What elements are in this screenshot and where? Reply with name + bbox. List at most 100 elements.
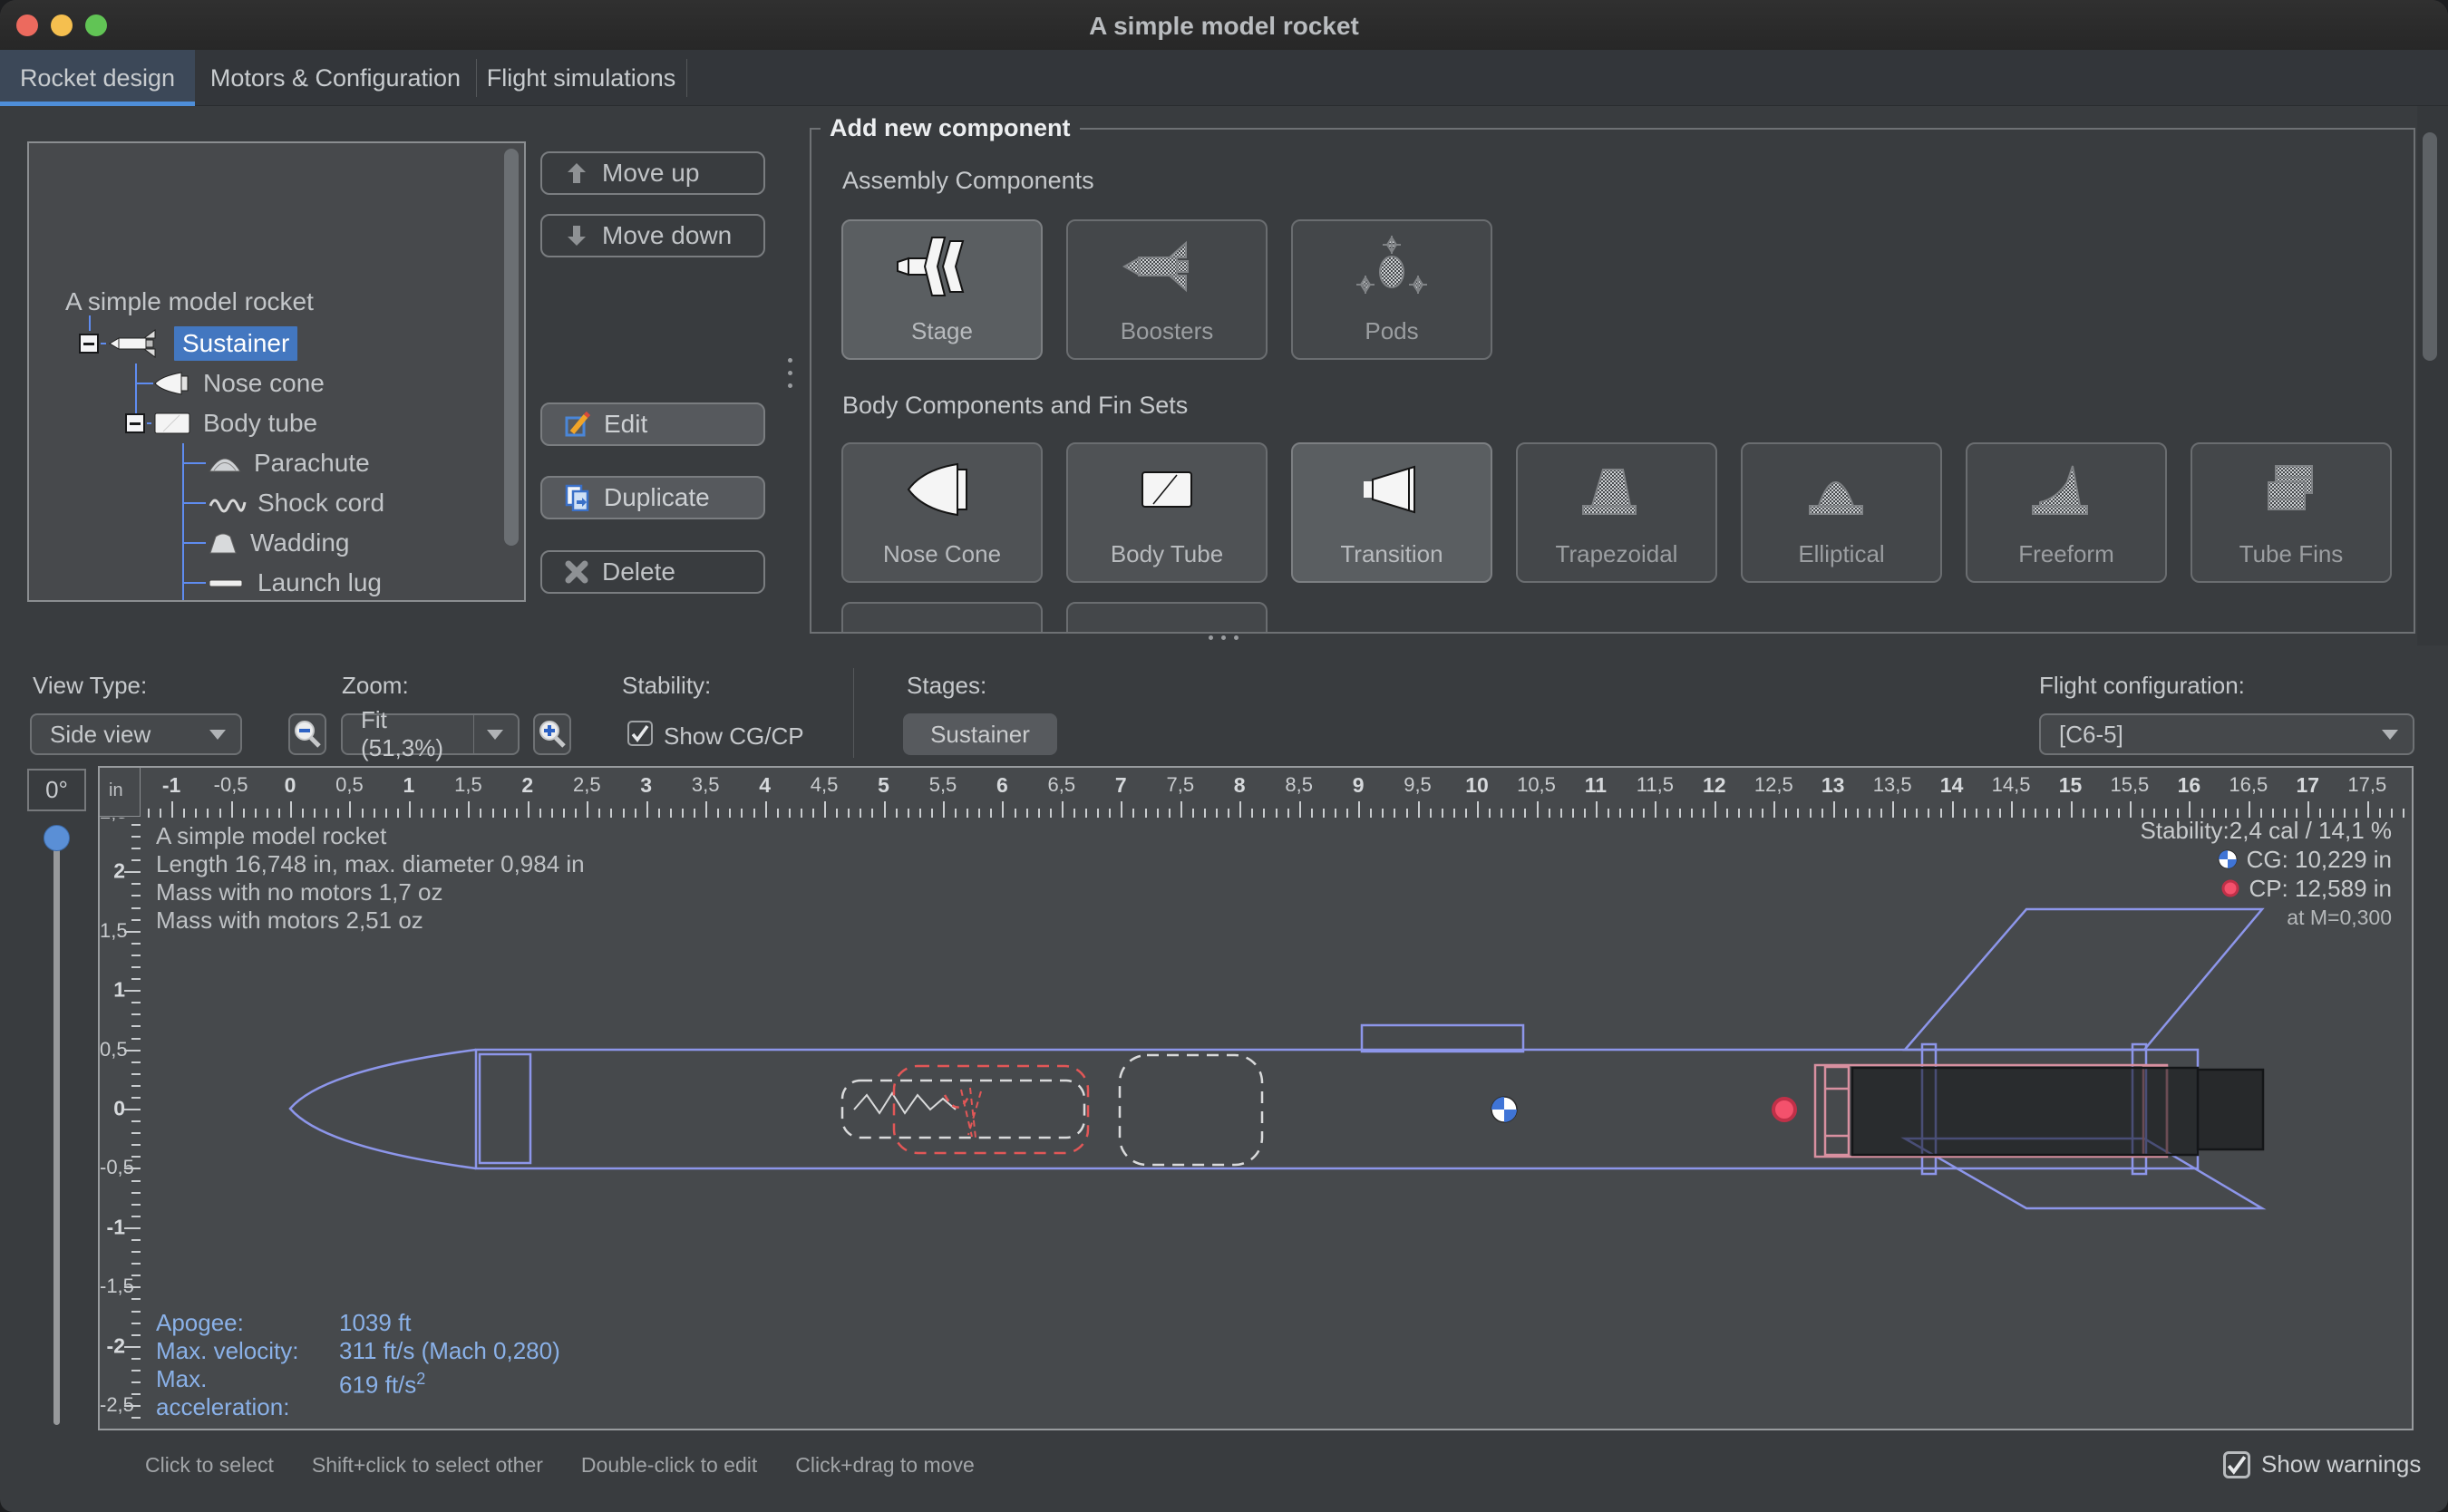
transition-icon [1342, 457, 1442, 527]
view-type-label: View Type: [33, 672, 147, 700]
component-card-label: Tube Fins [2192, 540, 2390, 568]
horizontal-ruler: -1-0,500,511,522,533,544,555,566,577,588… [100, 768, 2414, 818]
component-card-transition[interactable]: Transition [1291, 442, 1492, 583]
duplicate-button[interactable]: Duplicate [540, 476, 765, 519]
component-card-trapezoidal[interactable]: Trapezoidal [1516, 442, 1717, 583]
section-label: Assembly Components [842, 167, 1094, 195]
move-up-button[interactable]: Move up [540, 151, 765, 195]
tab-motors-configuration[interactable]: Motors & Configuration [195, 50, 476, 106]
cg-legend-icon [2218, 849, 2238, 869]
tubefins-icon [2241, 457, 2341, 527]
component-card-label: Freeform [1967, 540, 2165, 568]
shockcord-icon [207, 491, 247, 515]
check-icon [630, 723, 650, 743]
show-warnings-checkbox[interactable] [2223, 1451, 2250, 1478]
window-scrollbar-thumb[interactable] [2423, 132, 2437, 361]
tree-item-label: Wadding [250, 528, 349, 557]
component-tree-panel[interactable]: A simple model rocketSustainerNose coneB… [27, 141, 526, 602]
launchlug-icon [207, 573, 247, 593]
component-card-stage[interactable]: Stage [841, 219, 1043, 360]
component-card-freeform[interactable]: Freeform [1966, 442, 2167, 583]
duplicate-icon [564, 484, 591, 511]
component-card-elliptical[interactable]: Elliptical [1741, 442, 1942, 583]
stage-icon [892, 234, 992, 304]
zoom-level-dropdown[interactable]: Fit (51,3%) [341, 713, 520, 755]
component-card-nose-cone[interactable]: Nose Cone [841, 442, 1043, 583]
tree-item-shock-cord[interactable]: Shock cord [207, 483, 384, 523]
tree-connector [182, 443, 184, 602]
arrow-down-icon [564, 223, 589, 248]
tree-item-parachute[interactable]: Parachute [207, 443, 370, 483]
tab-flight-simulations[interactable]: Flight simulations [476, 50, 686, 106]
tree-item-wadding[interactable]: Wadding [207, 523, 349, 563]
rotation-slider-thumb[interactable] [44, 825, 70, 851]
title-bar: A simple model rocket [0, 0, 2448, 50]
wadding-outline [1120, 1055, 1262, 1165]
edit-button[interactable]: Edit [540, 402, 765, 446]
tree-item-label: Launch lug [257, 568, 382, 597]
trapezoidal-icon [1567, 457, 1666, 527]
nosecone-icon [892, 457, 992, 527]
component-card-pods[interactable]: Pods [1291, 219, 1492, 360]
component-card-label: Boosters [1068, 317, 1266, 345]
tree-item-nose-cone[interactable]: Nose cone [152, 363, 325, 403]
hint-text: Double-click to edit [581, 1453, 757, 1478]
component-card-tube-fins[interactable]: Tube Fins [2191, 442, 2392, 583]
tab-separator [686, 59, 687, 97]
stability-info-block: Stability:2,4 cal / 14,1 % CG: 10,229 in… [2141, 816, 2392, 932]
horizontal-splitter-handle[interactable] [1209, 635, 1239, 640]
arrow-up-icon [564, 160, 589, 186]
mach-value: at M=0,300 [2141, 903, 2392, 932]
flight-data-row: Max. velocity:311 ft/s (Mach 0,280) [156, 1337, 560, 1365]
zoom-label: Zoom: [342, 672, 409, 700]
wadding-icon [207, 530, 239, 556]
tab-separator [476, 59, 477, 97]
zoom-in-button[interactable] [533, 713, 571, 755]
tree-scrollbar-thumb[interactable] [504, 149, 519, 546]
component-card-label: Pods [1293, 317, 1491, 345]
rocket-view-canvas[interactable]: 2,521,510,50-0,5-1-1,5-2-2,5 -1-0,500,51… [98, 766, 2414, 1430]
stages-label: Stages: [907, 672, 986, 700]
show-cgcp-checkbox[interactable] [627, 721, 653, 746]
add-component-title: Add new component [821, 114, 1080, 142]
move-down-button[interactable]: Move down [540, 214, 765, 257]
tree-item-sustainer[interactable]: Sustainer [107, 324, 297, 363]
component-card-partial[interactable] [1066, 602, 1268, 634]
cp-value: CP: 12,589 in [2249, 874, 2392, 903]
tab-rocket-design[interactable]: Rocket design [0, 50, 195, 106]
tree-connector [147, 422, 151, 424]
component-card-label: Elliptical [1743, 540, 1940, 568]
component-card-label: Transition [1293, 540, 1491, 568]
tree-item-root[interactable]: A simple model rocket [65, 282, 314, 322]
tree-expand-toggle[interactable] [79, 334, 99, 354]
move-up-label: Move up [602, 159, 699, 188]
tree-connector [182, 462, 206, 464]
delete-button[interactable]: Delete [540, 550, 765, 594]
nose-shoulder-outline [480, 1054, 530, 1163]
zoom-out-button[interactable] [288, 713, 326, 755]
nose-cone-outline [290, 1050, 476, 1168]
edit-pencil-icon [564, 411, 591, 438]
tree-item-body-tube[interactable]: Body tube [152, 403, 317, 443]
component-card-partial[interactable] [841, 602, 1043, 634]
component-card-boosters[interactable]: Boosters [1066, 219, 1268, 360]
rotation-slider-track[interactable] [53, 829, 60, 1425]
rocket-info-line: Length 16,748 in, max. diameter 0,984 in [156, 850, 585, 878]
hint-text: Click+drag to move [795, 1453, 975, 1478]
nosecone-icon [152, 370, 192, 397]
tree-item-launch-lug[interactable]: Launch lug [207, 563, 382, 602]
flight-config-value: [C6-5] [2041, 721, 2382, 749]
flight-config-dropdown[interactable]: [C6-5] [2039, 713, 2414, 755]
delete-x-icon [564, 559, 589, 585]
stage-toggle-sustainer[interactable]: Sustainer [903, 713, 1057, 755]
app-window: A simple model rocket Rocket designMotor… [0, 0, 2448, 1512]
motor-nozzle-end [2198, 1070, 2263, 1149]
magnifier-plus-icon [537, 719, 568, 750]
tree-expand-toggle[interactable] [125, 413, 145, 433]
vertical-ruler: 2,521,510,50-0,5-1-1,5-2-2,5 [100, 818, 141, 1429]
view-type-dropdown[interactable]: Side view [30, 713, 242, 755]
stability-value: Stability:2,4 cal / 14,1 % [2141, 816, 2392, 845]
shock-cord-outline [894, 1066, 1088, 1153]
vertical-splitter-handle[interactable] [788, 358, 792, 388]
component-card-body-tube[interactable]: Body Tube [1066, 442, 1268, 583]
